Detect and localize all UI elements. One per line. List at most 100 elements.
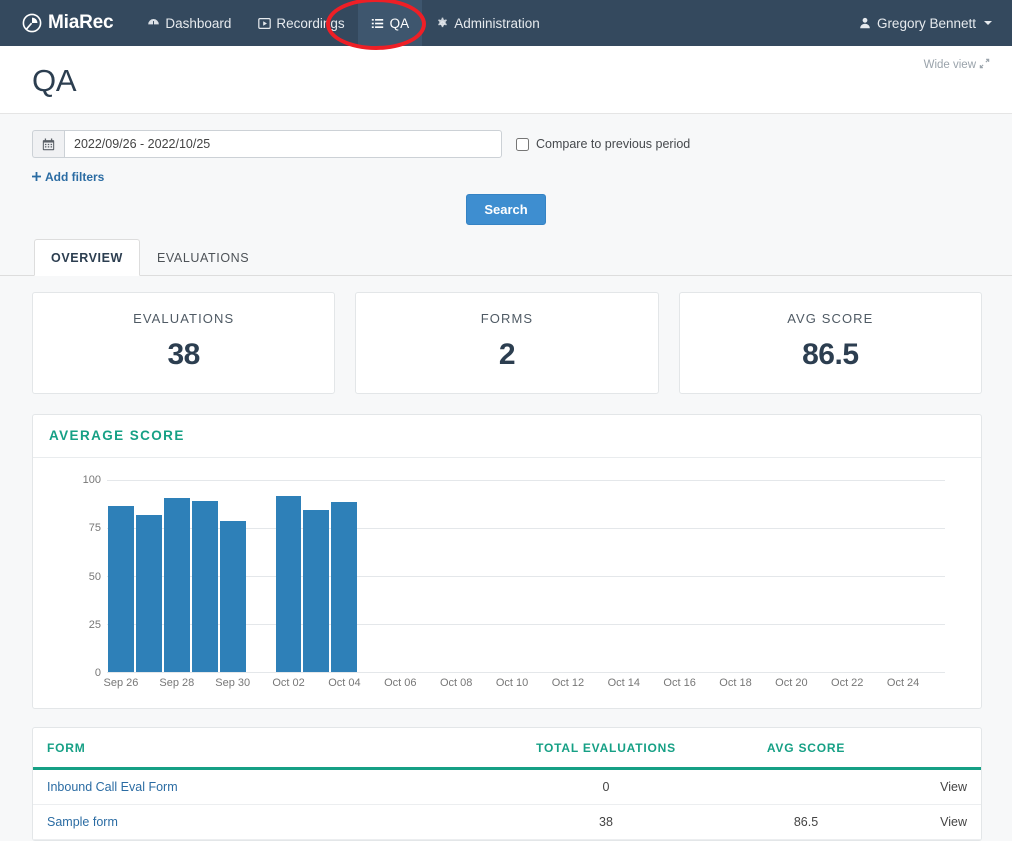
bar-slot — [917, 480, 945, 672]
bar-slot — [889, 480, 917, 672]
col-header-form: FORM — [33, 728, 491, 769]
card-label-evaluations: EVALUATIONS — [43, 311, 324, 326]
bar-slot — [302, 480, 330, 672]
x-axis-tick-label: Oct 22 — [831, 677, 863, 689]
nav-item-administration[interactable]: Administration — [422, 0, 553, 46]
x-axis-tick-label: Oct 16 — [663, 677, 695, 689]
chevron-down-icon — [984, 21, 992, 25]
y-axis-tick-label: 100 — [83, 474, 101, 486]
table-row: Sample form3886.5View — [33, 805, 981, 840]
top-navbar: MiaRec Dashboard Recordings — [0, 0, 1012, 46]
filter-zone: Compare to previous period Add filters S… — [0, 114, 1012, 239]
x-axis-tick-label: Oct 14 — [608, 677, 640, 689]
x-axis-tick-label: Oct 04 — [328, 677, 360, 689]
compare-checkbox[interactable] — [516, 138, 529, 151]
cell-form-name: Inbound Call Eval Form — [33, 769, 491, 805]
nav-item-list: Dashboard Recordings QA — [133, 0, 552, 46]
nav-item-dashboard[interactable]: Dashboard — [133, 0, 244, 46]
bar-slot — [554, 480, 582, 672]
wide-view-toggle[interactable]: Wide view — [924, 58, 990, 72]
x-axis-tick-label: Oct 06 — [384, 677, 416, 689]
compare-previous-period[interactable]: Compare to previous period — [516, 137, 690, 151]
average-score-panel: AVERAGE SCORE 0255075100 Sep 26Sep 28Sep… — [32, 414, 982, 709]
bar-slot — [526, 480, 554, 672]
play-square-icon — [257, 16, 271, 30]
plus-icon — [32, 170, 41, 184]
bar-slot — [693, 480, 721, 672]
panel-title-average-score: AVERAGE SCORE — [49, 428, 185, 443]
page-title: QA — [32, 64, 982, 98]
x-axis-tick-label: Oct 18 — [719, 677, 751, 689]
form-name-link[interactable]: Inbound Call Eval Form — [47, 780, 178, 794]
bar-slot — [833, 480, 861, 672]
bar-slot — [163, 480, 191, 672]
bar-slot — [275, 480, 303, 672]
bar-slot — [498, 480, 526, 672]
bar-slot — [191, 480, 219, 672]
bar-slot — [247, 480, 275, 672]
bar-slot — [665, 480, 693, 672]
view-link[interactable]: View — [891, 805, 981, 840]
chart-bar[interactable] — [303, 510, 329, 672]
user-menu[interactable]: Gregory Bennett — [858, 16, 992, 31]
bar-slot — [582, 480, 610, 672]
panel-header: AVERAGE SCORE — [33, 415, 981, 458]
list-icon — [371, 16, 385, 30]
tab-overview[interactable]: OVERVIEW — [34, 239, 140, 276]
view-link[interactable]: View — [891, 769, 981, 805]
cell-avg-score: 86.5 — [721, 805, 891, 840]
bar-slot — [442, 480, 470, 672]
bar-slot — [219, 480, 247, 672]
wide-view-label: Wide view — [924, 59, 976, 71]
chart-bar[interactable] — [331, 502, 357, 672]
chart-bar[interactable] — [220, 521, 246, 672]
card-value-avg-score: 86.5 — [690, 338, 971, 372]
expand-arrow-icon — [979, 58, 990, 72]
x-axis-tick-label: Oct 20 — [775, 677, 807, 689]
calendar-icon[interactable] — [32, 130, 64, 158]
nav-item-recordings[interactable]: Recordings — [244, 0, 357, 46]
miarec-logo-icon — [22, 13, 42, 33]
add-filters-link[interactable]: Add filters — [32, 170, 104, 184]
nav-label-administration: Administration — [454, 16, 540, 31]
brand-logo-link[interactable]: MiaRec — [22, 12, 113, 34]
bar-slot — [721, 480, 749, 672]
chart-bars — [107, 480, 945, 672]
date-range-group — [32, 130, 502, 158]
chart-bar[interactable] — [136, 515, 162, 672]
chart-bar[interactable] — [192, 501, 218, 672]
x-axis-tick-label: Oct 24 — [887, 677, 919, 689]
average-score-chart: 0255075100 Sep 26Sep 28Sep 30Oct 02Oct 0… — [33, 458, 981, 708]
tab-evaluations[interactable]: EVALUATIONS — [140, 239, 266, 276]
form-name-link[interactable]: Sample form — [47, 815, 118, 829]
forms-table-body: Inbound Call Eval Form 0 ViewSample form38… — [33, 769, 981, 840]
bar-slot — [135, 480, 163, 672]
chart-bar[interactable] — [108, 506, 134, 672]
card-avg-score: AVG SCORE 86.5 — [679, 292, 982, 394]
user-name: Gregory Bennett — [877, 16, 976, 31]
x-axis-tick-label: Sep 28 — [159, 677, 194, 689]
brand-text: MiaRec — [48, 12, 113, 34]
search-row: Search — [32, 188, 980, 239]
main-content: EVALUATIONS 38 FORMS 2 AVG SCORE 86.5 AV… — [0, 276, 1012, 841]
page-header: QA Wide view — [0, 46, 1012, 114]
tab-bar: OVERVIEW EVALUATIONS — [0, 239, 1012, 276]
card-value-forms: 2 — [366, 338, 647, 372]
x-axis-tick-label: Sep 30 — [215, 677, 250, 689]
bar-slot — [358, 480, 386, 672]
gear-icon — [435, 16, 449, 30]
col-header-avg-score: AVG SCORE — [721, 728, 891, 769]
bar-slot — [638, 480, 666, 672]
nav-item-qa[interactable]: QA — [358, 0, 423, 46]
bar-slot — [107, 480, 135, 672]
add-filters-label: Add filters — [45, 170, 104, 184]
chart-bar[interactable] — [276, 496, 302, 672]
search-button[interactable]: Search — [466, 194, 545, 225]
cell-total-evaluations: 0 — [491, 769, 721, 805]
bar-slot — [610, 480, 638, 672]
bar-slot — [777, 480, 805, 672]
card-label-avg-score: AVG SCORE — [690, 311, 971, 326]
date-range-input[interactable] — [64, 130, 502, 158]
col-header-total-evaluations: TOTAL EVALUATIONS — [491, 728, 721, 769]
chart-bar[interactable] — [164, 498, 190, 672]
